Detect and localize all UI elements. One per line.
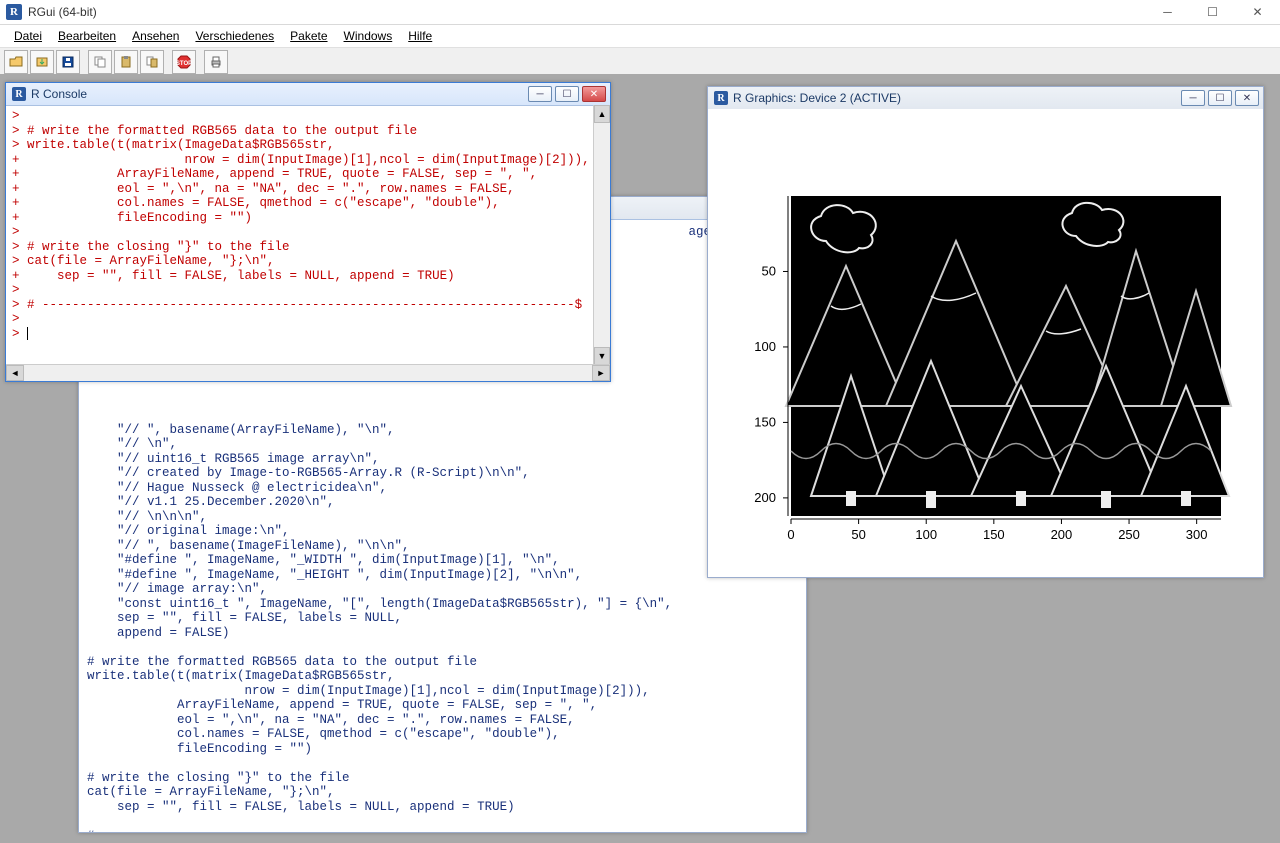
main-titlebar: R RGui (64-bit) ─ ☐ ✕ [0,0,1280,25]
graphics-maximize-button[interactable]: ☐ [1208,90,1232,106]
console-body[interactable]: > > # write the formatted RGB565 data to… [6,105,610,365]
console-maximize-button[interactable]: ☐ [555,86,579,102]
console-horizontal-scrollbar[interactable]: ◄ ► [6,364,610,381]
paste-button[interactable] [114,50,138,74]
mdi-workspace: …ay.R - R Editor ageFileName)) "// ", ba… [0,74,1280,843]
graphics-close-button[interactable]: ✕ [1235,90,1259,106]
main-title: RGui (64-bit) [28,5,97,19]
svg-text:150: 150 [754,414,776,429]
stop-button[interactable]: STOP [172,50,196,74]
open-script-button[interactable] [4,50,28,74]
menu-edit[interactable]: Bearbeiten [50,26,124,46]
graphics-minimize-button[interactable]: ─ [1181,90,1205,106]
copypaste-button[interactable] [140,50,164,74]
svg-text:250: 250 [1118,527,1140,542]
console-close-button[interactable]: ✕ [582,86,606,102]
menu-help[interactable]: Hilfe [400,26,440,46]
svg-text:50: 50 [761,263,775,278]
menu-view[interactable]: Ansehen [124,26,187,46]
svg-text:150: 150 [982,527,1004,542]
copy-button[interactable] [88,50,112,74]
menu-packages[interactable]: Pakete [282,26,335,46]
svg-text:50: 50 [851,527,865,542]
svg-text:300: 300 [1185,527,1207,542]
menu-misc[interactable]: Verschiedenes [187,26,282,46]
console-title: R R Console [12,87,87,101]
menu-file[interactable]: Datei [6,26,50,46]
main-minimize-button[interactable]: ─ [1145,0,1190,24]
svg-text:100: 100 [754,338,776,353]
print-button[interactable] [204,50,228,74]
toolbar: STOP [0,48,1280,77]
svg-text:200: 200 [754,489,776,504]
console-window[interactable]: R R Console ─ ☐ ✕ > > # write the format… [5,82,611,382]
load-workspace-button[interactable] [30,50,54,74]
menu-windows[interactable]: Windows [336,26,401,46]
main-maximize-button[interactable]: ☐ [1190,0,1235,24]
menubar: Datei Bearbeiten Ansehen Verschiedenes P… [0,25,1280,48]
console-vertical-scrollbar[interactable]: ▲ ▼ [593,105,610,365]
console-minimize-button[interactable]: ─ [528,86,552,102]
svg-text:STOP: STOP [176,61,192,67]
main-close-button[interactable]: ✕ [1235,0,1280,24]
save-workspace-button[interactable] [56,50,80,74]
svg-text:100: 100 [915,527,937,542]
graphics-window[interactable]: R R Graphics: Device 2 (ACTIVE) ─ ☐ ✕ [707,86,1264,578]
graphics-plot-area: 50 100 150 200 0 50 100 150 200 250 300 [708,109,1263,577]
svg-text:0: 0 [787,527,794,542]
graphics-title: R R Graphics: Device 2 (ACTIVE) [714,91,901,105]
svg-text:200: 200 [1050,527,1072,542]
r-app-icon: R [6,4,22,20]
